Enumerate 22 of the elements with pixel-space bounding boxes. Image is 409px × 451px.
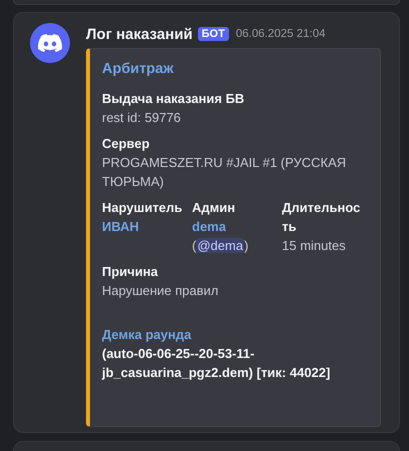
field-value: Нарушение правил xyxy=(102,283,218,298)
field-value: PROGAMESZET.RU #JAIL #1 (РУССКАЯ ТЮРЬМА) xyxy=(102,155,346,189)
timestamp: 06.06.2025 21:04 xyxy=(236,28,326,40)
field-name: Нарушитель xyxy=(102,199,184,217)
field-name: Выдача наказания БВ xyxy=(102,90,246,108)
field-name: Причина xyxy=(102,263,159,281)
embed-title: Арбитраж xyxy=(102,61,175,77)
author-name[interactable]: Лог наказаний xyxy=(86,26,193,42)
field-name: Демка раунда xyxy=(102,326,192,344)
field-value: ( xyxy=(192,238,196,253)
user-mention[interactable]: @dema xyxy=(196,238,244,253)
bot-tag: БОТ xyxy=(198,27,229,41)
field-value: (auto-06-06-25--20-53-11-jb_casuarina_pgz2.dem) [тик: 44022] xyxy=(102,346,330,380)
field-value: ) xyxy=(244,238,248,253)
user-link[interactable]: dema xyxy=(192,219,226,234)
field-name: Длительность xyxy=(282,199,362,236)
field-value: rest id: 59776 xyxy=(102,110,181,125)
bot-avatar-icon xyxy=(30,23,70,63)
field-name: Сервер xyxy=(102,135,151,153)
user-link[interactable]: ИВАН xyxy=(102,219,139,234)
field-name: Админ xyxy=(192,199,236,217)
field-value: 15 minutes xyxy=(282,238,346,253)
